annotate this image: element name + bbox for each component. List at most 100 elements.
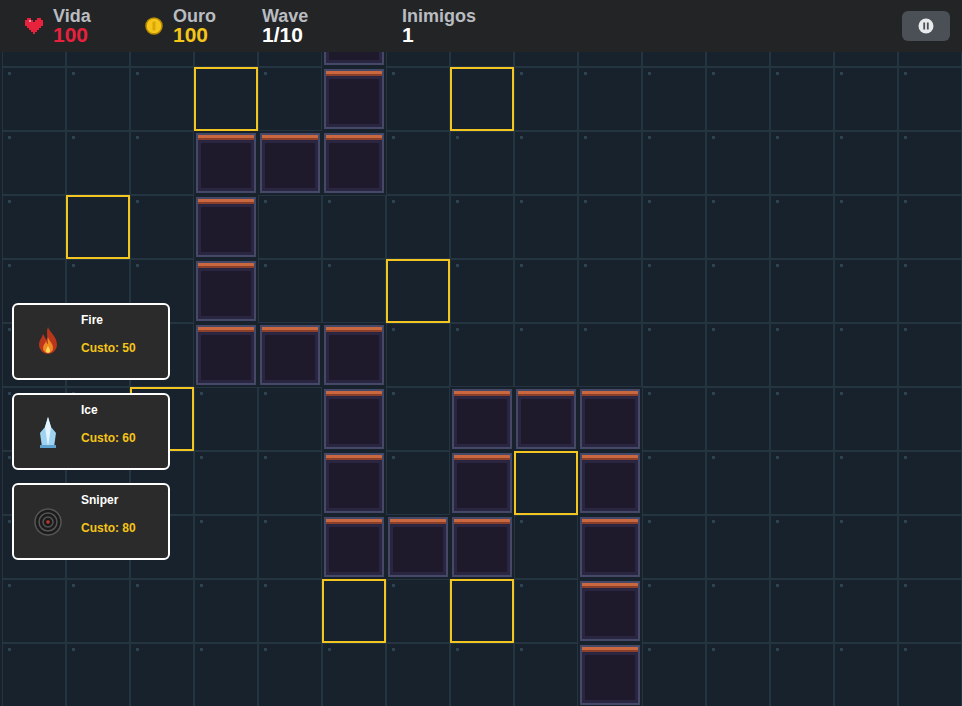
tower-card[interactable]: Sniper Custo: 80 <box>12 483 170 560</box>
floor-tile <box>2 195 66 259</box>
floor-tile <box>386 387 450 451</box>
heart-icon <box>25 18 43 34</box>
floor-tile <box>130 67 194 131</box>
hud-stat: Ouro100 <box>145 7 262 45</box>
ice-crystal-icon <box>36 415 60 449</box>
floor-tile <box>2 643 66 706</box>
stat-label: Vida <box>53 7 91 25</box>
path-tile <box>322 323 386 387</box>
floor-tile <box>642 195 706 259</box>
path-tile <box>578 387 642 451</box>
floor-tile <box>834 259 898 323</box>
floor-tile <box>66 579 130 643</box>
floor-tile <box>898 387 962 451</box>
floor-tile <box>258 387 322 451</box>
floor-tile <box>258 67 322 131</box>
stat-text: Wave1/10 <box>262 7 308 45</box>
path-tile <box>258 323 322 387</box>
floor-tile <box>770 323 834 387</box>
floor-tile <box>770 451 834 515</box>
floor-tile <box>770 67 834 131</box>
build-slot[interactable] <box>66 195 130 259</box>
floor-tile <box>642 451 706 515</box>
floor-tile <box>834 67 898 131</box>
floor-tile <box>642 131 706 195</box>
floor-tile <box>706 515 770 579</box>
floor-tile <box>130 643 194 706</box>
tower-name: Fire <box>81 313 136 327</box>
floor-tile <box>258 515 322 579</box>
floor-tile <box>898 67 962 131</box>
floor-tile <box>258 579 322 643</box>
floor-tile <box>770 643 834 706</box>
path-tile <box>322 387 386 451</box>
floor-tile <box>578 195 642 259</box>
path-tile <box>322 67 386 131</box>
floor-tile <box>898 579 962 643</box>
path-tile <box>578 451 642 515</box>
tower-card[interactable]: IceCusto: 60 <box>12 393 170 470</box>
path-tile <box>322 515 386 579</box>
floor-tile <box>450 195 514 259</box>
floor-tile <box>386 131 450 195</box>
floor-tile <box>706 643 770 706</box>
floor-tile <box>258 195 322 259</box>
floor-tile <box>194 643 258 706</box>
path-tile <box>578 579 642 643</box>
build-slot[interactable] <box>194 67 258 131</box>
stat-label: Inimigos <box>402 7 476 25</box>
path-tile <box>450 451 514 515</box>
path-tile <box>258 131 322 195</box>
tower-icon-box <box>32 415 64 449</box>
floor-tile <box>834 323 898 387</box>
tower-name: Sniper <box>81 493 136 507</box>
floor-tile <box>770 259 834 323</box>
floor-tile <box>642 387 706 451</box>
floor-tile <box>834 515 898 579</box>
floor-tile <box>706 131 770 195</box>
floor-tile <box>898 323 962 387</box>
tower-icon-box <box>32 325 64 359</box>
floor-tile <box>322 643 386 706</box>
build-slot[interactable] <box>450 579 514 643</box>
floor-tile <box>66 643 130 706</box>
floor-tile <box>386 643 450 706</box>
floor-tile <box>642 323 706 387</box>
floor-tile <box>514 131 578 195</box>
build-slot[interactable] <box>322 579 386 643</box>
floor-tile <box>450 643 514 706</box>
floor-tile <box>706 387 770 451</box>
floor-tile <box>514 579 578 643</box>
pause-icon <box>918 18 934 34</box>
floor-tile <box>770 515 834 579</box>
floor-tile <box>642 259 706 323</box>
tower-card[interactable]: FireCusto: 50 <box>12 303 170 380</box>
floor-tile <box>258 643 322 706</box>
path-tile <box>386 515 450 579</box>
floor-tile <box>514 643 578 706</box>
tower-cost: Custo: 80 <box>81 521 136 535</box>
floor-tile <box>898 259 962 323</box>
floor-tile <box>66 131 130 195</box>
floor-tile <box>834 387 898 451</box>
path-tile <box>322 451 386 515</box>
floor-tile <box>834 195 898 259</box>
floor-tile <box>898 195 962 259</box>
path-tile <box>514 387 578 451</box>
build-slot[interactable] <box>386 259 450 323</box>
build-slot[interactable] <box>514 451 578 515</box>
path-tile <box>450 515 514 579</box>
floor-tile <box>514 259 578 323</box>
floor-tile <box>386 579 450 643</box>
pause-button[interactable] <box>902 11 950 41</box>
floor-tile <box>578 67 642 131</box>
floor-tile <box>2 131 66 195</box>
path-tile <box>578 643 642 706</box>
floor-tile <box>450 131 514 195</box>
stat-text: Inimigos1 <box>402 7 476 45</box>
path-tile <box>194 195 258 259</box>
floor-tile <box>642 643 706 706</box>
floor-tile <box>258 451 322 515</box>
build-slot[interactable] <box>450 67 514 131</box>
floor-tile <box>322 195 386 259</box>
